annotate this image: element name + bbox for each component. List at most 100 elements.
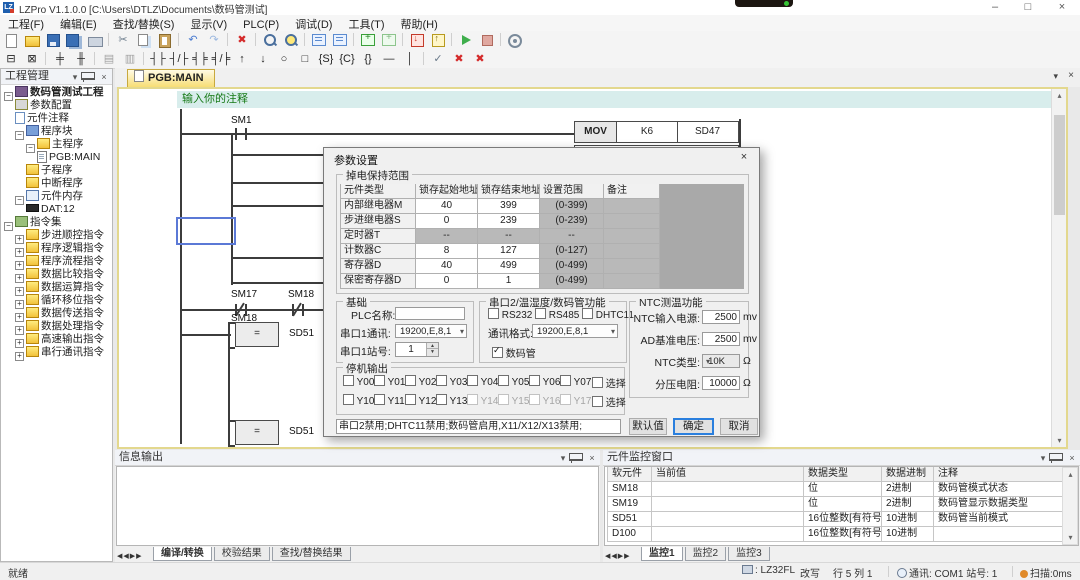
scrollbar-thumb[interactable] xyxy=(1054,115,1065,215)
ntc-field-input[interactable]: 2500 xyxy=(702,332,740,346)
scroll-down-icon[interactable]: ▾ xyxy=(1052,434,1067,447)
dock-tab-查找/替换结果[interactable]: 查找/替换结果 xyxy=(272,547,351,561)
tree-item-数据运算指令[interactable]: +数据运算指令 xyxy=(1,281,112,294)
info-output-content[interactable] xyxy=(116,466,599,546)
compare-block[interactable]: = xyxy=(235,420,279,445)
tree-item-数码管测试工程[interactable]: −数码管测试工程 xyxy=(1,86,112,99)
tab-pgb-main[interactable]: PGB:MAIN xyxy=(127,69,215,87)
default-button[interactable]: 默认值 xyxy=(629,418,667,435)
contact-nc-icon[interactable]: ┤/├ xyxy=(169,51,189,68)
tree-item-步进顺控指令[interactable]: +步进顺控指令 xyxy=(1,229,112,242)
retain-cell[interactable]: 1 xyxy=(478,274,540,289)
chevron-down-icon[interactable]: ▾ xyxy=(1037,451,1049,466)
monitor-mode-icon[interactable] xyxy=(505,32,525,49)
checkbox-Y01[interactable]: Y01 xyxy=(374,375,405,388)
save-icon[interactable] xyxy=(43,32,63,49)
checkbox-Y13[interactable]: Y13 xyxy=(436,394,467,407)
download-plc-icon[interactable] xyxy=(358,32,378,49)
upload-plc-icon[interactable] xyxy=(379,32,399,49)
ladder-view-icon[interactable] xyxy=(309,32,329,49)
rung-comment[interactable]: 输入你的注释 xyxy=(177,91,1054,108)
checkbox-Y03[interactable]: Y03 xyxy=(436,375,467,388)
tree-item-指令集[interactable]: −指令集 xyxy=(1,216,112,229)
checkbox-Y11[interactable]: Y11 xyxy=(374,394,405,407)
dock-tab-校验结果[interactable]: 校验结果 xyxy=(214,547,270,561)
checkbox-选择[interactable]: 选择 xyxy=(592,375,626,390)
v-line-icon[interactable]: │ xyxy=(400,51,420,68)
delete-x-icon[interactable]: ✖ xyxy=(449,51,469,68)
checkbox-Y07[interactable]: Y07 xyxy=(560,375,591,388)
checkbox-RS485[interactable]: RS485 xyxy=(535,308,579,321)
checkbox-Y05[interactable]: Y05 xyxy=(498,375,529,388)
parallel-no-icon[interactable]: ╡╞ xyxy=(190,51,210,68)
cut-icon[interactable]: ✂ xyxy=(113,32,133,49)
retain-cell[interactable]: 8 xyxy=(416,244,478,259)
checkbox-选择[interactable]: 选择 xyxy=(592,394,626,409)
monitor-table-row[interactable]: SM18位2进制数码管模式状态 xyxy=(607,482,1064,497)
close-button[interactable]: × xyxy=(1049,0,1075,14)
checkbox-Y00[interactable]: Y00 xyxy=(343,375,374,388)
ntc-field-input[interactable]: 10000 xyxy=(702,376,740,390)
tab-list-chevron-icon[interactable]: ▾ xyxy=(1053,71,1058,82)
retain-cell[interactable]: 0 xyxy=(416,274,478,289)
monitor-table-row[interactable]: SD5116位整数[有符号]10进制数码管当前模式 xyxy=(607,512,1064,527)
ntc-type-combo[interactable]: ▾10K xyxy=(702,354,740,368)
rising-edge-icon[interactable]: ↑ xyxy=(232,51,252,68)
function-block-icon[interactable]: □ xyxy=(295,51,315,68)
tree-item-参数配置[interactable]: 参数配置 xyxy=(1,99,112,112)
plc-name-input[interactable] xyxy=(395,307,465,320)
contact-no-icon[interactable]: ┤├ xyxy=(148,51,168,68)
maximize-button[interactable]: □ xyxy=(1015,0,1041,14)
tree-expander-icon[interactable]: − xyxy=(26,144,35,153)
open-folder-icon[interactable] xyxy=(22,32,42,49)
tree-item-元件注释[interactable]: 元件注释 xyxy=(1,112,112,125)
tree-item-程序块[interactable]: −程序块 xyxy=(1,125,112,138)
falling-edge-icon[interactable]: ↓ xyxy=(253,51,273,68)
chevron-down-icon[interactable]: ▾ xyxy=(69,70,81,85)
checkbox-DHTC11[interactable]: DHTC11 xyxy=(582,308,634,321)
tree-item-中断程序[interactable]: 中断程序 xyxy=(1,177,112,190)
menu-item[interactable]: 工程(F) xyxy=(0,15,52,31)
redo-icon[interactable]: ↷ xyxy=(204,32,224,49)
selection-cursor[interactable] xyxy=(176,217,236,245)
dialog-close-button[interactable]: × xyxy=(737,151,751,163)
menu-item[interactable]: 调试(D) xyxy=(287,15,340,31)
tree-expander-icon[interactable]: − xyxy=(4,222,13,231)
dock-tab-监控1[interactable]: 监控1 xyxy=(641,547,683,561)
ntc-field-input[interactable]: 2500 xyxy=(702,310,740,324)
instruction-list-icon[interactable] xyxy=(330,32,350,49)
minimize-button[interactable]: – xyxy=(982,0,1008,14)
digital-tube-checkbox[interactable]: 数码管 xyxy=(492,345,536,360)
format-combo[interactable]: 19200,E,8,1▾ xyxy=(532,324,618,338)
dock-tab-监控2[interactable]: 监控2 xyxy=(685,547,727,561)
menu-item[interactable]: 查找/替换(S) xyxy=(105,15,183,31)
compare-block[interactable]: = xyxy=(235,322,279,347)
convert-all-icon[interactable]: ▥ xyxy=(120,51,140,68)
tree-item-循环移位指令[interactable]: +循环移位指令 xyxy=(1,294,112,307)
spin-down-icon[interactable]: ▼ xyxy=(426,348,438,356)
tree-expander-icon[interactable]: − xyxy=(4,92,13,101)
station-spinner[interactable]: 1 ▲ ▼ xyxy=(395,342,439,357)
print-icon[interactable] xyxy=(85,32,105,49)
read-plc-icon[interactable] xyxy=(428,32,448,49)
delete-icon[interactable]: ✖ xyxy=(232,32,252,49)
retain-cell[interactable]: 0 xyxy=(416,214,478,229)
stop-icon[interactable] xyxy=(477,32,497,49)
tab-scroll-arrows[interactable]: ◀◀▶▶ xyxy=(605,552,631,560)
scroll-up-icon[interactable]: ▴ xyxy=(1052,89,1067,102)
pin-icon[interactable] xyxy=(1049,453,1063,461)
monitor-table-row[interactable]: SM19位2进制数码管显示数据类型 xyxy=(607,497,1064,512)
pin-icon[interactable] xyxy=(81,72,95,80)
mov-instruction-block[interactable]: MOV K6 SD47 xyxy=(574,121,739,143)
scroll-down-icon[interactable]: ▾ xyxy=(1063,531,1078,544)
check-icon[interactable]: ✓ xyxy=(428,51,448,68)
delete-all-x-icon[interactable]: ✖ xyxy=(470,51,490,68)
dock-tab-监控3[interactable]: 监控3 xyxy=(728,547,770,561)
insert-row-icon[interactable]: ╪ xyxy=(50,51,70,68)
tab-close-icon[interactable]: × xyxy=(1068,70,1074,81)
pin-icon[interactable] xyxy=(569,453,583,461)
coil-icon[interactable]: ○ xyxy=(274,51,294,68)
checkbox-RS232[interactable]: RS232 xyxy=(488,308,532,321)
tree-expander-icon[interactable]: − xyxy=(15,131,24,140)
close-icon[interactable]: × xyxy=(586,451,598,466)
